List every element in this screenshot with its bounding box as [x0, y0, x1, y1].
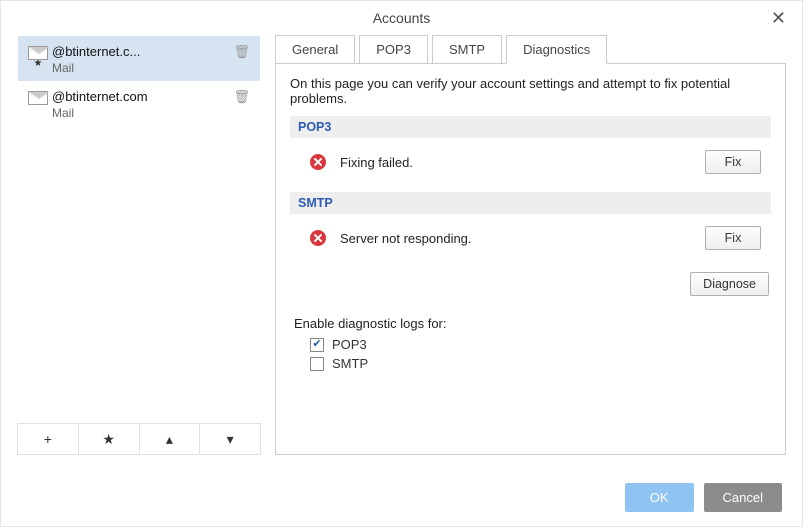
tab-diagnostics[interactable]: Diagnostics — [506, 35, 607, 64]
diagnostics-panel: On this page you can verify your account… — [275, 63, 786, 455]
account-email: @btinternet.c... — [52, 42, 231, 59]
accounts-list: ★ @btinternet.c... Mail 🗑 @btinternet.co… — [17, 35, 261, 423]
cancel-button[interactable]: Cancel — [704, 483, 782, 512]
checkbox-icon[interactable] — [310, 338, 324, 352]
log-smtp-row[interactable]: SMTP — [310, 356, 771, 371]
add-account-button[interactable]: + — [18, 424, 79, 454]
sidebar-toolbar: + ★ ▴ ▾ — [17, 423, 261, 455]
window-title: Accounts — [373, 10, 431, 26]
smtp-fix-button[interactable]: Fix — [705, 226, 761, 250]
account-type: Mail — [52, 106, 231, 120]
account-type: Mail — [52, 61, 231, 75]
error-icon — [310, 230, 326, 246]
diagnose-button[interactable]: Diagnose — [690, 272, 769, 296]
dialog-footer: OK Cancel — [625, 483, 782, 512]
set-default-button[interactable]: ★ — [79, 424, 140, 454]
account-item[interactable]: @btinternet.com Mail 🗑 — [18, 81, 260, 126]
close-icon[interactable]: ✕ — [765, 1, 792, 35]
ok-button[interactable]: OK — [625, 483, 694, 512]
pop3-status-text: Fixing failed. — [340, 155, 705, 170]
checkbox-icon[interactable] — [310, 357, 324, 371]
mail-icon — [28, 46, 48, 60]
pop3-section-header: POP3 — [290, 116, 771, 138]
error-icon — [310, 154, 326, 170]
logs-label: Enable diagnostic logs for: — [294, 316, 771, 331]
trash-icon[interactable]: 🗑 — [231, 87, 252, 107]
tab-general[interactable]: General — [275, 35, 355, 64]
log-pop3-row[interactable]: POP3 — [310, 337, 771, 352]
tabs: General POP3 SMTP Diagnostics — [275, 35, 786, 64]
trash-icon[interactable]: 🗑 — [231, 42, 252, 62]
move-down-button[interactable]: ▾ — [200, 424, 260, 454]
pop3-status-row: Fixing failed. Fix — [290, 138, 771, 186]
smtp-section-header: SMTP — [290, 192, 771, 214]
pop3-fix-button[interactable]: Fix — [705, 150, 761, 174]
smtp-status-text: Server not responding. — [340, 231, 705, 246]
account-email: @btinternet.com — [52, 87, 231, 104]
diagnostics-intro: On this page you can verify your account… — [290, 76, 771, 106]
mail-icon — [28, 91, 48, 105]
settings-panel: General POP3 SMTP Diagnostics On this pa… — [275, 35, 786, 455]
move-up-button[interactable]: ▴ — [140, 424, 201, 454]
tab-smtp[interactable]: SMTP — [432, 35, 502, 64]
accounts-sidebar: ★ @btinternet.c... Mail 🗑 @btinternet.co… — [17, 35, 261, 455]
log-pop3-label: POP3 — [332, 337, 367, 352]
tab-pop3[interactable]: POP3 — [359, 35, 428, 64]
account-item[interactable]: ★ @btinternet.c... Mail 🗑 — [18, 36, 260, 81]
log-smtp-label: SMTP — [332, 356, 368, 371]
smtp-status-row: Server not responding. Fix — [290, 214, 771, 262]
